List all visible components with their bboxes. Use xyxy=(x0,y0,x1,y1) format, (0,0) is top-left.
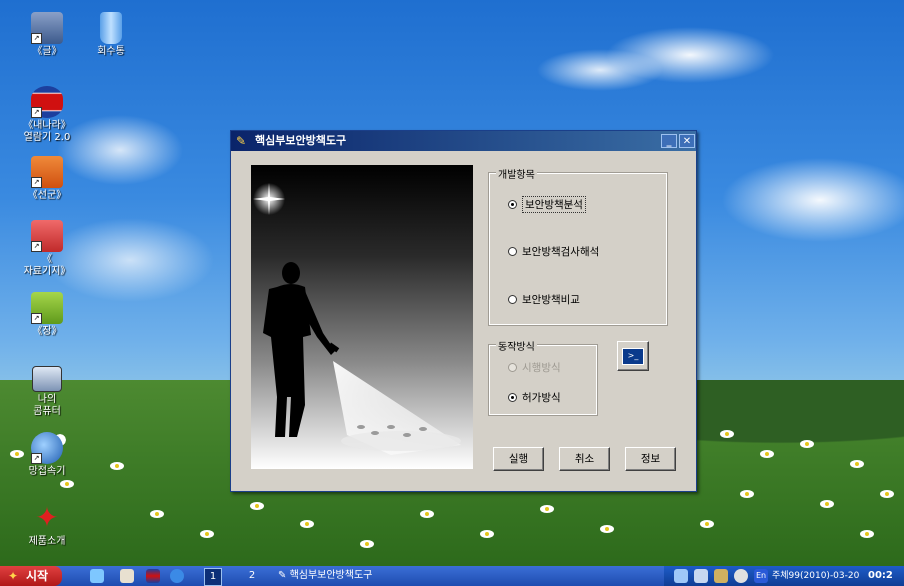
desktop-icon-jang[interactable]: ↗ 《장》 xyxy=(12,292,82,338)
quicklaunch-browser-icon[interactable] xyxy=(146,569,160,583)
desktop-icon-product-intro[interactable]: ✦ 제품소개 xyxy=(12,502,82,548)
illustration-svg xyxy=(253,183,461,455)
minimize-button[interactable]: _ xyxy=(661,134,677,148)
radio-permission-mode[interactable]: 허가방식 xyxy=(508,390,561,405)
tray-tool-icon[interactable] xyxy=(714,569,728,583)
product-intro-icon: ✦ xyxy=(35,501,59,534)
recycle-bin-icon xyxy=(100,12,122,44)
window-title: 핵심부보안방책도구 xyxy=(255,134,347,147)
radio-dot xyxy=(508,363,517,372)
taskbar: ✦ 시작 1 2 ✎ 핵심부보안방책도구 En 주체99(2010)-03-20… xyxy=(0,566,904,586)
desktop-icon-database[interactable]: ↗ 《 자료기지》 xyxy=(12,220,82,278)
radio-dot xyxy=(508,247,517,256)
operation-mode-group: 동작방식 시행방식 허가방식 xyxy=(488,338,598,416)
tray-network-icon[interactable] xyxy=(694,569,708,583)
tray-volume-icon[interactable] xyxy=(674,569,688,583)
database-app-icon: ↗ xyxy=(31,220,63,252)
network-connect-icon: ↗ xyxy=(31,432,63,464)
radio-security-policy-check[interactable]: 보안방책검사해석 xyxy=(508,244,599,259)
my-computer-icon xyxy=(32,366,62,392)
open-console-button[interactable]: >_ xyxy=(617,341,649,371)
info-button[interactable]: 정보 xyxy=(625,447,676,471)
quicklaunch-network-icon[interactable] xyxy=(170,569,184,583)
taskbar-item-security-tool[interactable]: ✎ 핵심부보안방책도구 xyxy=(278,567,438,585)
app-icon: ✎ xyxy=(236,134,247,148)
presentation-app-icon: ↗ xyxy=(31,156,63,188)
radio-security-policy-analysis[interactable]: 보안방책분석 xyxy=(508,196,586,213)
start-logo-icon: ✦ xyxy=(8,569,19,583)
run-button[interactable]: 실행 xyxy=(493,447,544,471)
development-items-group: 개발항목 보안방책분석 보안방책검사해석 보안방책비교 xyxy=(488,166,668,326)
window-title-bar[interactable]: ✎ 핵심부보안방책도구 _ ✕ xyxy=(231,131,696,151)
security-tool-window: ✎ 핵심부보안방책도구 _ ✕ 개발항목 보안방책분석 보안방책검사해석 보안방… xyxy=(230,130,697,492)
document-app-icon: ↗ xyxy=(31,12,63,44)
tray-time: 00:2 xyxy=(868,570,893,581)
quicklaunch-brush-icon[interactable] xyxy=(120,569,134,583)
window-client-area: 개발항목 보안방책분석 보안방책검사해석 보안방책비교 동작방식 시행방식 허가… xyxy=(231,151,696,491)
quicklaunch-pen-icon[interactable] xyxy=(90,569,104,583)
terminal-icon: >_ xyxy=(622,347,644,365)
desktop-icon-my-computer[interactable]: 나의 콤퓨터 xyxy=(12,366,82,418)
radio-dot xyxy=(508,200,517,209)
virtual-desktop-1[interactable]: 1 xyxy=(204,568,222,586)
taskbar-app-icon: ✎ xyxy=(278,570,290,581)
spreadsheet-app-icon: ↗ xyxy=(31,292,63,324)
desktop-icon-recycle-bin[interactable]: 회수통 xyxy=(76,12,146,58)
man-with-flashlight-illustration xyxy=(251,165,473,469)
desktop-icon-geul[interactable]: ↗ 《글》 xyxy=(12,12,82,58)
tray-clock-icon[interactable] xyxy=(734,569,748,583)
desktop-icon-seongun[interactable]: ↗ 《선군》 xyxy=(12,156,82,202)
system-tray: En 주체99(2010)-03-20 00:2 xyxy=(664,566,904,586)
desktop-icon-naenara-browser[interactable]: ↗ 《내나라》 열람기 2.0 xyxy=(12,86,82,144)
radio-dot xyxy=(508,295,517,304)
radio-enforce-mode[interactable]: 시행방식 xyxy=(508,360,561,375)
cancel-button[interactable]: 취소 xyxy=(559,447,610,471)
tray-date: 주체99(2010)-03-20 xyxy=(772,571,860,581)
radio-dot xyxy=(508,393,517,402)
radio-security-policy-compare[interactable]: 보안방책비교 xyxy=(508,292,580,307)
start-button[interactable]: ✦ 시작 xyxy=(0,566,62,586)
operation-group-title: 동작방식 xyxy=(496,338,537,353)
desktop-icon-network[interactable]: ↗ 망접속기 xyxy=(12,432,82,478)
tray-language-indicator[interactable]: En xyxy=(754,569,768,583)
virtual-desktop-2[interactable]: 2 xyxy=(244,568,260,584)
development-group-title: 개발항목 xyxy=(496,166,537,181)
browser-flag-icon: ↗ xyxy=(31,86,63,118)
close-button[interactable]: ✕ xyxy=(679,134,695,148)
